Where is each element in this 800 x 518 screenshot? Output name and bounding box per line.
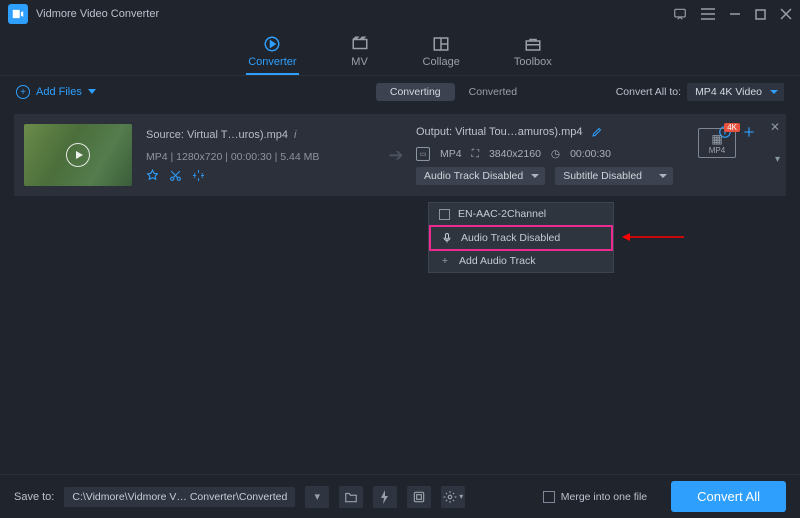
hw-accel-button[interactable]: [373, 486, 397, 508]
save-path-input[interactable]: C:\Vidmore\Vidmore V… Converter\Converte…: [64, 487, 295, 507]
remove-file-icon[interactable]: ✕: [770, 120, 780, 134]
checkbox-icon: [543, 491, 555, 503]
target-format-dropdown[interactable]: MP4 4K Video: [687, 83, 784, 101]
output-resolution: 3840x2160: [489, 148, 541, 160]
bottom-bar: Save to: C:\Vidmore\Vidmore V… Converter…: [0, 474, 800, 518]
checkbox-icon: [439, 209, 450, 220]
output-format-badge[interactable]: 4K ▦MP4: [698, 128, 736, 158]
plus-icon: +: [16, 85, 30, 99]
source-meta: MP4 | 1280x720 | 00:00:30 | 5.44 MB: [146, 151, 376, 163]
task-schedule-button[interactable]: [407, 486, 431, 508]
output-duration: 00:00:30: [570, 148, 611, 160]
tab-label: Toolbox: [514, 56, 552, 68]
audio-option-label: Audio Track Disabled: [461, 232, 560, 244]
audio-option-label: EN-AAC-2Channel: [458, 208, 546, 220]
audio-option-label: Add Audio Track: [459, 255, 535, 267]
add-output-icon[interactable]: [742, 125, 756, 139]
maximize-icon[interactable]: [755, 7, 766, 21]
convert-all-button[interactable]: Convert All: [671, 481, 786, 512]
audio-track-dropdown[interactable]: Audio Track Disabled: [416, 167, 545, 185]
save-to-label: Save to:: [14, 491, 54, 503]
audio-option-add[interactable]: + Add Audio Track: [429, 250, 613, 272]
app-logo: [8, 4, 28, 24]
enhance-icon[interactable]: [192, 169, 205, 182]
subbar: + Add Files Converting Converted Convert…: [0, 76, 800, 108]
arrow-icon: ➔: [376, 145, 416, 166]
tab-converting[interactable]: Converting: [376, 83, 455, 101]
format-icon: ▭: [416, 147, 430, 161]
plus-icon: +: [439, 255, 451, 267]
callout-arrow: [622, 233, 684, 241]
path-dropdown-button[interactable]: ▾: [305, 486, 329, 508]
expand-icon[interactable]: ▾: [775, 154, 780, 165]
converter-icon: [263, 35, 281, 53]
top-nav: Converter MV Collage Toolbox: [0, 28, 800, 76]
file-row: Source: Virtual T…uros).mp4 i MP4 | 1280…: [14, 114, 786, 196]
audio-option-disabled[interactable]: Audio Track Disabled: [429, 225, 613, 251]
app-title: Vidmore Video Converter: [36, 8, 159, 20]
tab-collage[interactable]: Collage: [423, 35, 460, 68]
audio-track-menu: EN-AAC-2Channel Audio Track Disabled + A…: [428, 202, 614, 273]
audio-option-en-aac[interactable]: EN-AAC-2Channel: [429, 203, 613, 226]
4k-tag: 4K: [724, 123, 740, 132]
mic-off-icon: [441, 232, 453, 244]
close-icon[interactable]: [780, 7, 792, 21]
merge-label: Merge into one file: [561, 491, 647, 503]
tab-label: Converter: [248, 56, 296, 68]
minimize-icon[interactable]: [729, 7, 741, 21]
tab-toolbox[interactable]: Toolbox: [514, 35, 552, 68]
tab-mv[interactable]: MV: [351, 35, 369, 68]
output-format: MP4: [440, 148, 462, 160]
add-files-button[interactable]: + Add Files: [16, 85, 96, 99]
tab-label: MV: [351, 56, 368, 68]
edit-icon[interactable]: [591, 126, 603, 138]
play-icon: [66, 143, 90, 167]
open-folder-button[interactable]: [339, 486, 363, 508]
collage-icon: [432, 35, 450, 53]
settings-button[interactable]: ▾: [441, 486, 465, 508]
tab-converter[interactable]: Converter: [248, 35, 296, 68]
subtitle-dropdown[interactable]: Subtitle Disabled: [555, 167, 673, 185]
tab-label: Collage: [423, 56, 460, 68]
output-filename: Output: Virtual Tou…amuros).mp4: [416, 126, 583, 138]
info-icon[interactable]: i: [294, 129, 296, 141]
titlebar: Vidmore Video Converter: [0, 0, 800, 28]
feedback-icon[interactable]: [673, 7, 687, 21]
cut-icon[interactable]: [169, 169, 182, 182]
toolbox-icon: [524, 35, 542, 53]
trim-icon[interactable]: [146, 169, 159, 182]
chevron-down-icon: [88, 89, 96, 95]
clock-icon: ◷: [551, 148, 560, 160]
menu-icon[interactable]: [701, 7, 715, 21]
video-thumbnail[interactable]: [24, 124, 132, 186]
source-filename: Source: Virtual T…uros).mp4: [146, 129, 288, 141]
add-files-label: Add Files: [36, 86, 82, 98]
tab-converted[interactable]: Converted: [455, 83, 531, 101]
resolution-icon: ⛶: [472, 148, 479, 161]
convert-all-to-label: Convert All to:: [616, 86, 681, 98]
mv-icon: [351, 35, 369, 53]
merge-checkbox[interactable]: Merge into one file: [543, 491, 647, 503]
